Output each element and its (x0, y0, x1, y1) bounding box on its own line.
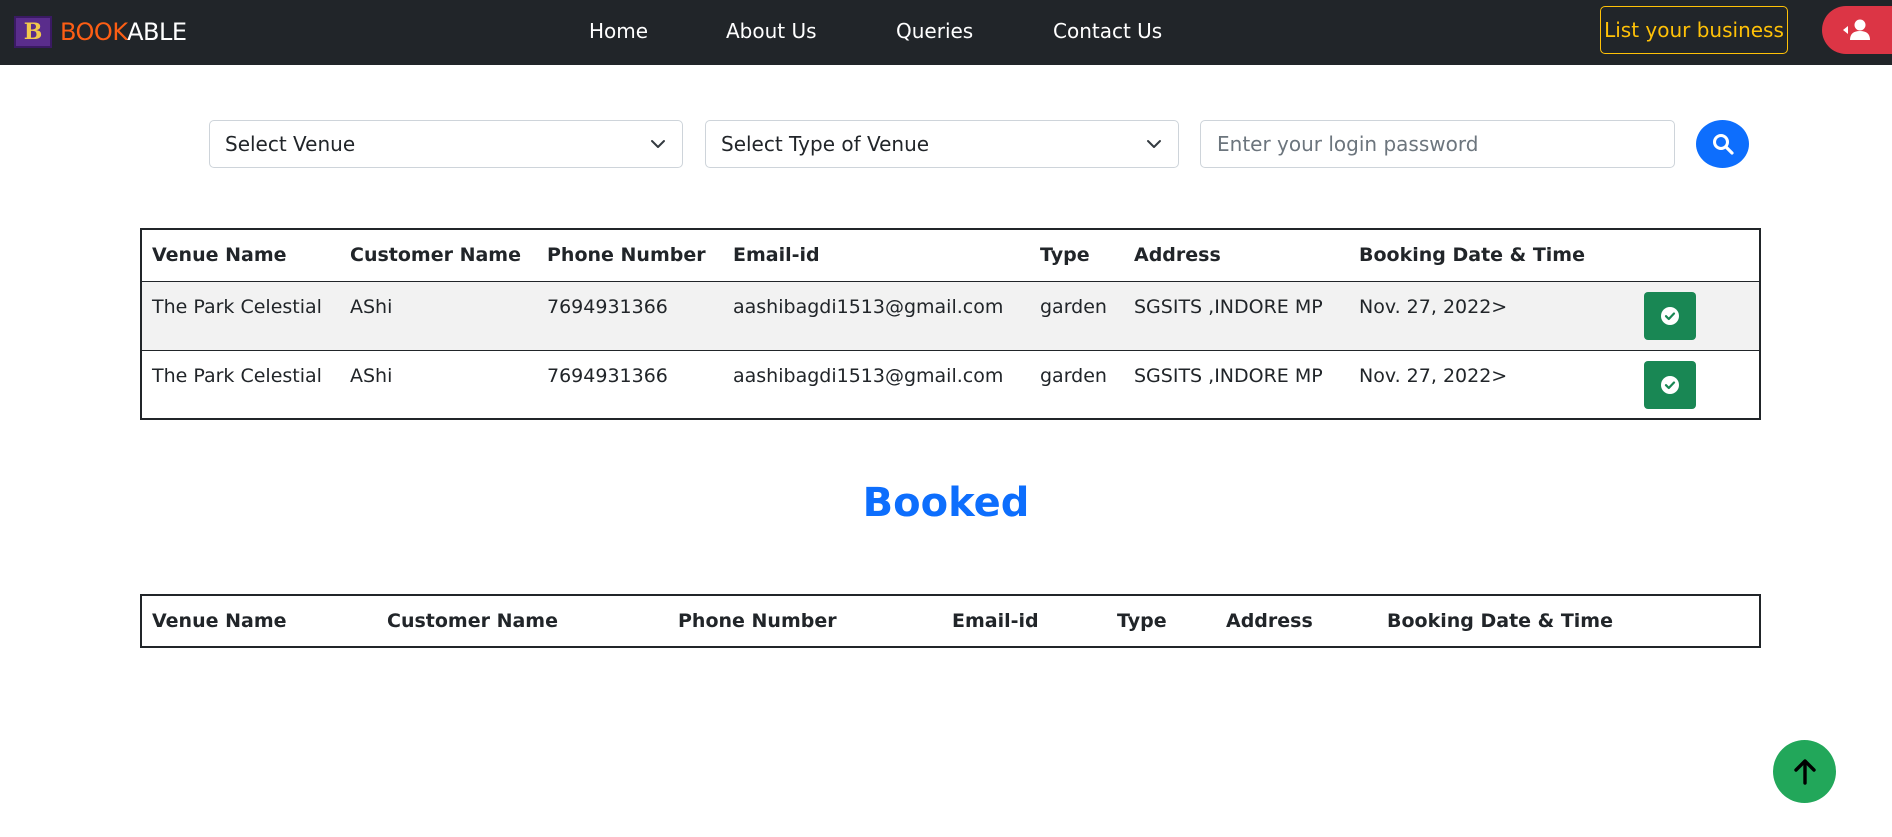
column-header: Email-id (733, 244, 820, 267)
user-menu-button[interactable] (1822, 6, 1892, 54)
column-header: Venue Name (152, 610, 287, 632)
nav-about-us[interactable]: About Us (726, 18, 817, 44)
check-circle-icon (1661, 306, 1679, 325)
table-header-row: Venue Name Customer Name Phone Number Em… (141, 229, 1760, 281)
user-icon (1843, 19, 1870, 40)
booked-section-title: Booked (862, 480, 1030, 526)
cell-booking-datetime: Nov. 27, 2022> (1359, 295, 1508, 318)
chevron-down-icon (651, 140, 665, 148)
venue-type-select-value: Select Type of Venue (721, 132, 930, 156)
cell-email: aashibagdi1513@gmail.com (733, 295, 1004, 318)
check-circle-icon (1661, 375, 1679, 394)
nav-home[interactable]: Home (589, 18, 648, 44)
cell-address: SGSITS ,INDORE MP (1134, 295, 1323, 318)
confirm-booking-button[interactable] (1644, 291, 1696, 340)
column-header: Customer Name (387, 610, 558, 632)
column-header: Address (1134, 244, 1221, 267)
cell-venue-name: The Park Celestial (152, 295, 322, 318)
column-header: Venue Name (152, 244, 287, 267)
navbar: B BOOKABLE Home About Us Queries Contact… (0, 0, 1892, 65)
venue-select-value: Select Venue (225, 132, 356, 156)
cell-email: aashibagdi1513@gmail.com (733, 364, 1004, 387)
login-password-input[interactable] (1200, 120, 1675, 168)
brand[interactable]: B BOOKABLE (14, 12, 187, 52)
column-header: Customer Name (350, 244, 521, 267)
cell-action (1634, 350, 1760, 419)
cell-venue-name: The Park Celestial (152, 364, 322, 387)
search-icon (1712, 134, 1734, 155)
column-header: Address (1226, 610, 1313, 632)
table-row: The Park Celestial AShi 7694931366 aashi… (141, 350, 1760, 419)
booked-table: Venue Name Customer Name Phone Number Em… (140, 594, 1761, 648)
cell-address: SGSITS ,INDORE MP (1134, 364, 1323, 387)
column-header: Type (1117, 610, 1167, 632)
scroll-to-top-button[interactable] (1773, 740, 1836, 803)
table-header-row: Venue Name Customer Name Phone Number Em… (141, 595, 1760, 647)
list-business-button[interactable]: List your business (1600, 6, 1788, 54)
arrow-up-icon (1793, 758, 1816, 785)
confirm-booking-button[interactable] (1644, 360, 1696, 409)
pending-bookings-table: Venue Name Customer Name Phone Number Em… (140, 228, 1761, 420)
brand-name-part1: BOOK (60, 18, 128, 46)
brand-name-part2: ABLE (127, 18, 187, 46)
nav-queries[interactable]: Queries (896, 18, 973, 44)
table-row: The Park Celestial AShi 7694931366 aashi… (141, 281, 1760, 350)
nav-contact-us[interactable]: Contact Us (1053, 18, 1162, 44)
column-header: Phone Number (547, 244, 706, 267)
chevron-down-icon (1147, 140, 1161, 148)
venue-select[interactable]: Select Venue (209, 120, 683, 168)
cell-customer-name: AShi (350, 295, 393, 318)
search-button[interactable] (1696, 120, 1749, 168)
cell-phone: 7694931366 (547, 295, 668, 318)
cell-customer-name: AShi (350, 364, 393, 387)
cell-action (1634, 281, 1760, 350)
brand-logo-letter: B (23, 19, 43, 45)
column-header: Booking Date & Time (1359, 244, 1585, 267)
venue-type-select[interactable]: Select Type of Venue (705, 120, 1179, 168)
brand-name: BOOKABLE (60, 20, 187, 44)
column-header: Type (1040, 244, 1090, 267)
cell-booking-datetime: Nov. 27, 2022> (1359, 364, 1508, 387)
cell-type: garden (1040, 364, 1107, 387)
brand-logo-icon: B (14, 16, 52, 48)
column-header-action (1634, 229, 1760, 281)
column-header: Booking Date & Time (1387, 610, 1613, 632)
cell-type: garden (1040, 295, 1107, 318)
cell-phone: 7694931366 (547, 364, 668, 387)
column-header: Email-id (952, 610, 1039, 632)
column-header: Phone Number (678, 610, 837, 632)
